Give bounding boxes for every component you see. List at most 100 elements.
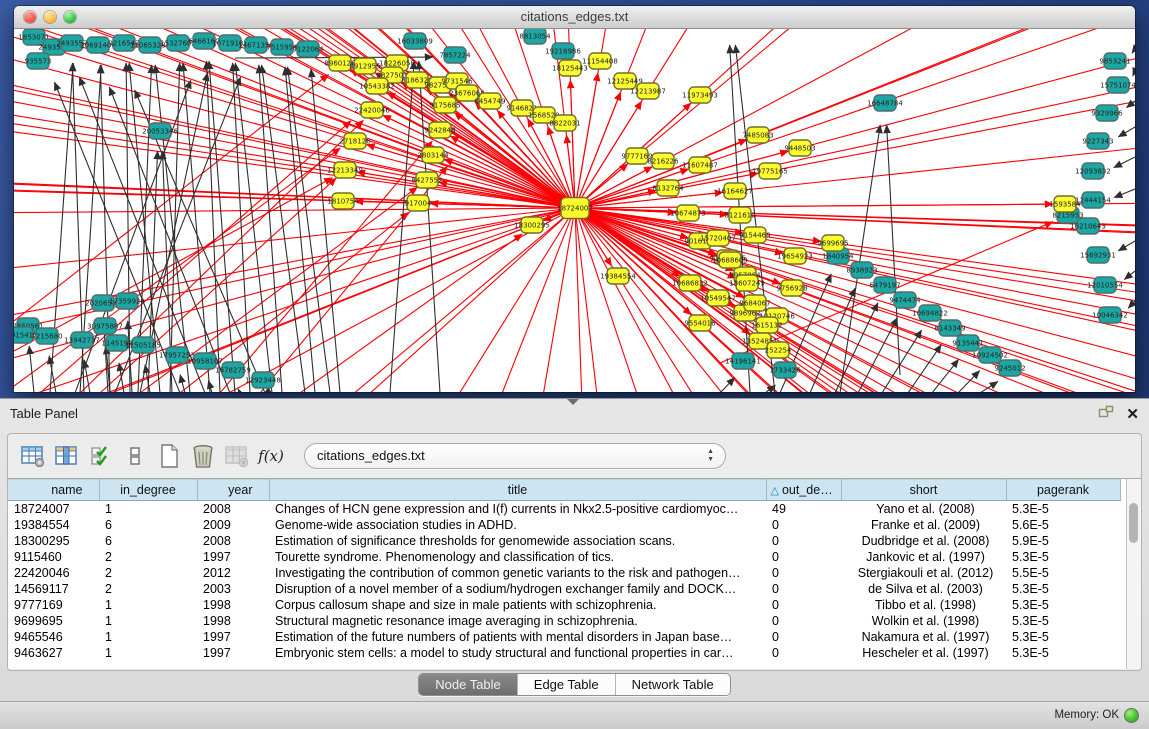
cell-short[interactable]: de Silva et al. (2003) bbox=[841, 581, 1006, 597]
cell-out-de-[interactable]: 49 bbox=[766, 501, 841, 518]
table-row[interactable]: 1938455462009Genome-wide association stu… bbox=[8, 517, 1120, 533]
cell-pagerank[interactable]: 5.3E-5 bbox=[1006, 597, 1120, 613]
cell-title[interactable]: Investigating the contribution of common… bbox=[269, 565, 766, 581]
cell-in-degree[interactable]: 1 bbox=[99, 501, 197, 518]
float-panel-icon[interactable] bbox=[1098, 405, 1114, 424]
table-settings-button[interactable] bbox=[18, 441, 48, 471]
cell-in-degree[interactable]: 2 bbox=[99, 549, 197, 565]
table-row[interactable]: 946362711997Embryonic stem cells: a mode… bbox=[8, 645, 1120, 661]
cell-short[interactable]: Franke et al. (2009) bbox=[841, 517, 1006, 533]
close-panel-icon[interactable]: ✕ bbox=[1126, 408, 1139, 422]
rows-button[interactable] bbox=[120, 441, 150, 471]
cell-year[interactable]: 2008 bbox=[197, 533, 269, 549]
cell-title[interactable]: Changes of HCN gene expression and I(f) … bbox=[269, 501, 766, 518]
cell-pagerank[interactable]: 5.3E-5 bbox=[1006, 613, 1120, 629]
column-header-out-de-[interactable]: △out_de… bbox=[766, 480, 841, 501]
memory-status-icon[interactable] bbox=[1124, 708, 1139, 723]
table-scrollbar-thumb[interactable] bbox=[1129, 503, 1138, 543]
cell-name[interactable]: 9777169 bbox=[8, 597, 99, 613]
cell-name[interactable]: 18300295 bbox=[8, 533, 99, 549]
cell-pagerank[interactable]: 5.3E-5 bbox=[1006, 581, 1120, 597]
cell-out-de-[interactable]: 0 bbox=[766, 549, 841, 565]
table-scrollbar[interactable] bbox=[1126, 479, 1141, 669]
cell-short[interactable]: Stergiakouli et al. (2012) bbox=[841, 565, 1006, 581]
table-row[interactable]: 911546021997Tourette syndrome. Phenomeno… bbox=[8, 549, 1120, 565]
table-row[interactable]: 1830029562008Estimation of significance … bbox=[8, 533, 1120, 549]
network-table-selector[interactable]: citations_edges.txt ▲▼ bbox=[304, 443, 726, 469]
cell-year[interactable]: 2008 bbox=[197, 501, 269, 518]
new-document-button[interactable] bbox=[154, 441, 184, 471]
cell-out-de-[interactable]: 0 bbox=[766, 581, 841, 597]
tab-node-table[interactable]: Node Table bbox=[419, 674, 518, 695]
cell-in-degree[interactable]: 1 bbox=[99, 597, 197, 613]
cell-short[interactable]: Wolkin et al. (1998) bbox=[841, 613, 1006, 629]
cell-year[interactable]: 1998 bbox=[197, 613, 269, 629]
cell-out-de-[interactable]: 0 bbox=[766, 517, 841, 533]
cell-out-de-[interactable]: 0 bbox=[766, 629, 841, 645]
cell-pagerank[interactable]: 5.3E-5 bbox=[1006, 549, 1120, 565]
cell-out-de-[interactable]: 0 bbox=[766, 597, 841, 613]
cell-in-degree[interactable]: 6 bbox=[99, 533, 197, 549]
cell-in-degree[interactable]: 2 bbox=[99, 581, 197, 597]
window-titlebar[interactable]: citations_edges.txt bbox=[14, 6, 1135, 29]
table-row[interactable]: 946554611997Estimation of the future num… bbox=[8, 629, 1120, 645]
column-chooser-button[interactable] bbox=[52, 441, 82, 471]
table-row[interactable]: 977716911998Corpus callosum shape and si… bbox=[8, 597, 1120, 613]
cell-in-degree[interactable]: 1 bbox=[99, 613, 197, 629]
cell-title[interactable]: Tourette syndrome. Phenomenology and cla… bbox=[269, 549, 766, 565]
column-header-title[interactable]: title bbox=[269, 480, 766, 501]
cell-short[interactable]: Jankovic et al. (1997) bbox=[841, 549, 1006, 565]
cell-pagerank[interactable]: 5.3E-5 bbox=[1006, 501, 1120, 518]
cell-title[interactable]: Corpus callosum shape and size in male p… bbox=[269, 597, 766, 613]
cell-pagerank[interactable]: 5.3E-5 bbox=[1006, 629, 1120, 645]
close-window-button[interactable] bbox=[24, 11, 36, 23]
network-view-canvas[interactable]: 1853071249355793557324935572069140692165… bbox=[14, 29, 1135, 392]
cell-pagerank[interactable]: 5.3E-5 bbox=[1006, 645, 1120, 661]
column-header-pagerank[interactable]: pagerank bbox=[1006, 480, 1120, 501]
cell-name[interactable]: 9699695 bbox=[8, 613, 99, 629]
cell-year[interactable]: 1998 bbox=[197, 597, 269, 613]
minimize-window-button[interactable] bbox=[44, 11, 56, 23]
column-header-year[interactable]: year bbox=[197, 480, 269, 501]
cell-year[interactable]: 2012 bbox=[197, 565, 269, 581]
cell-out-de-[interactable]: 0 bbox=[766, 533, 841, 549]
tab-edge-table[interactable]: Edge Table bbox=[518, 674, 616, 695]
table-row[interactable]: 2242004622012Investigating the contribut… bbox=[8, 565, 1120, 581]
cell-name[interactable]: 9465546 bbox=[8, 629, 99, 645]
cell-in-degree[interactable]: 1 bbox=[99, 645, 197, 661]
cell-short[interactable]: Nakamura et al. (1997) bbox=[841, 629, 1006, 645]
cell-year[interactable]: 2009 bbox=[197, 517, 269, 533]
cell-out-de-[interactable]: 0 bbox=[766, 613, 841, 629]
table-row[interactable]: 969969511998Structural magnetic resonanc… bbox=[8, 613, 1120, 629]
cell-in-degree[interactable]: 1 bbox=[99, 629, 197, 645]
cell-pagerank[interactable]: 5.6E-5 bbox=[1006, 517, 1120, 533]
cell-name[interactable]: 18724007 bbox=[8, 501, 99, 518]
delete-trash-button[interactable] bbox=[188, 441, 218, 471]
cell-title[interactable]: Genome-wide association studies in ADHD. bbox=[269, 517, 766, 533]
cell-name[interactable]: 9463627 bbox=[8, 645, 99, 661]
cell-year[interactable]: 1997 bbox=[197, 629, 269, 645]
column-header-short[interactable]: short bbox=[841, 480, 1006, 501]
delete-table-button[interactable] bbox=[222, 441, 252, 471]
cell-name[interactable]: 19384554 bbox=[8, 517, 99, 533]
cell-short[interactable]: Yano et al. (2008) bbox=[841, 501, 1006, 518]
cell-title[interactable]: Estimation of the future numbers of pati… bbox=[269, 629, 766, 645]
cell-title[interactable]: Structural magnetic resonance image aver… bbox=[269, 613, 766, 629]
cell-short[interactable]: Tibbo et al. (1998) bbox=[841, 597, 1006, 613]
tab-network-table[interactable]: Network Table bbox=[616, 674, 730, 695]
zoom-window-button[interactable] bbox=[64, 11, 76, 23]
cell-name[interactable]: 9115460 bbox=[8, 549, 99, 565]
cell-title[interactable]: Embryonic stem cells: a model to study s… bbox=[269, 645, 766, 661]
cell-out-de-[interactable]: 0 bbox=[766, 645, 841, 661]
cell-name[interactable]: 22420046 bbox=[8, 565, 99, 581]
cell-title[interactable]: Disruption of a novel member of a sodium… bbox=[269, 581, 766, 597]
cell-pagerank[interactable]: 5.5E-5 bbox=[1006, 565, 1120, 581]
column-header-in-degree[interactable]: in_degree bbox=[99, 480, 197, 501]
cell-in-degree[interactable]: 2 bbox=[99, 565, 197, 581]
select-rows-button[interactable] bbox=[86, 441, 116, 471]
table-row[interactable]: 1872400712008Changes of HCN gene express… bbox=[8, 501, 1120, 518]
column-header-name[interactable]: name bbox=[8, 480, 99, 501]
cell-year[interactable]: 1997 bbox=[197, 645, 269, 661]
cell-year[interactable]: 1997 bbox=[197, 549, 269, 565]
table-row[interactable]: 1456911722003Disruption of a novel membe… bbox=[8, 581, 1120, 597]
